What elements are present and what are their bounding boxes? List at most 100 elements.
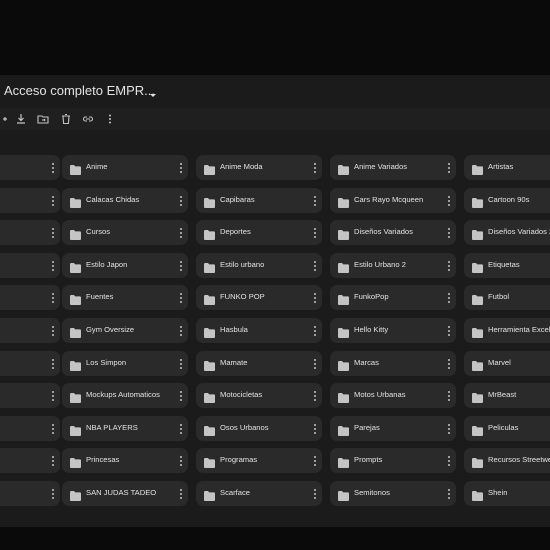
folder-card[interactable]: Marvel [464,351,550,376]
download-icon[interactable] [14,112,28,126]
trash-icon[interactable] [59,112,73,126]
folder-card[interactable]: Diseños Variados 2 [464,220,550,245]
more-vertical-icon[interactable] [50,259,56,272]
more-vertical-icon[interactable] [312,291,318,304]
more-vertical-icon[interactable] [446,454,452,467]
folder-card[interactable]: Capibaras [196,188,322,213]
more-vertical-icon[interactable] [178,422,184,435]
more-vertical-icon[interactable] [312,454,318,467]
folder-card[interactable]: Anime Variados [330,155,456,180]
folder-card[interactable] [0,481,60,506]
more-vertical-icon[interactable] [312,324,318,337]
more-vertical-icon[interactable] [312,487,318,500]
folder-card[interactable] [0,383,60,408]
more-vertical-icon[interactable] [103,112,117,126]
more-vertical-icon[interactable] [50,389,56,402]
more-vertical-icon[interactable] [446,324,452,337]
caret-down-icon[interactable] [148,87,158,97]
folder-card[interactable]: Parejas [330,416,456,441]
folder-card[interactable]: Cars Rayo Mcqueen [330,188,456,213]
folder-card[interactable]: Fuentes [62,285,188,310]
folder-card[interactable]: Anime Moda [196,155,322,180]
more-vertical-icon[interactable] [446,161,452,174]
more-vertical-icon[interactable] [178,357,184,370]
more-vertical-icon[interactable] [446,226,452,239]
folder-card[interactable]: Shein [464,481,550,506]
more-vertical-icon[interactable] [50,487,56,500]
folder-card[interactable]: Marcas [330,351,456,376]
folder-card[interactable] [0,351,60,376]
more-vertical-icon[interactable] [178,291,184,304]
more-vertical-icon[interactable] [178,487,184,500]
folder-card[interactable]: Diseños Variados [330,220,456,245]
more-vertical-icon[interactable] [446,291,452,304]
more-vertical-icon[interactable] [178,161,184,174]
folder-card[interactable]: Semitonos [330,481,456,506]
more-vertical-icon[interactable] [446,422,452,435]
folder-card[interactable]: Recursos Streetwear [464,448,550,473]
folder-card[interactable]: Prompts [330,448,456,473]
folder-card[interactable]: Motocicletas [196,383,322,408]
folder-card[interactable]: Princesas [62,448,188,473]
folder-card[interactable]: Osos Urbanos [196,416,322,441]
folder-card[interactable]: Scarface [196,481,322,506]
more-vertical-icon[interactable] [178,324,184,337]
folder-card[interactable]: Futbol [464,285,550,310]
folder-card[interactable]: Cartoon 90s [464,188,550,213]
move-to-folder-icon[interactable] [36,112,50,126]
folder-card[interactable]: Estilo Urbano 2 [330,253,456,278]
more-vertical-icon[interactable] [50,226,56,239]
folder-card[interactable]: Anime [62,155,188,180]
more-vertical-icon[interactable] [50,357,56,370]
more-vertical-icon[interactable] [178,259,184,272]
more-vertical-icon[interactable] [312,357,318,370]
more-vertical-icon[interactable] [446,389,452,402]
folder-card[interactable]: FunkoPop [330,285,456,310]
more-vertical-icon[interactable] [312,389,318,402]
folder-card[interactable]: Hasbula [196,318,322,343]
folder-card[interactable]: Gym Oversize [62,318,188,343]
folder-card[interactable]: Herramienta Excel [464,318,550,343]
folder-card[interactable]: Hello Kitty [330,318,456,343]
more-vertical-icon[interactable] [50,422,56,435]
more-vertical-icon[interactable] [178,194,184,207]
more-vertical-icon[interactable] [50,161,56,174]
folder-card[interactable]: Deportes [196,220,322,245]
more-vertical-icon[interactable] [312,161,318,174]
folder-card[interactable]: Programas [196,448,322,473]
folder-card[interactable] [0,253,60,278]
folder-card[interactable] [0,188,60,213]
folder-card[interactable]: MrBeast [464,383,550,408]
folder-card[interactable]: Peliculas [464,416,550,441]
folder-card[interactable]: Etiquetas [464,253,550,278]
more-vertical-icon[interactable] [312,259,318,272]
folder-card[interactable] [0,285,60,310]
folder-card[interactable]: Estilo Japon [62,253,188,278]
more-vertical-icon[interactable] [312,194,318,207]
more-vertical-icon[interactable] [446,487,452,500]
add-person-icon[interactable] [0,112,8,126]
folder-card[interactable]: s [0,416,60,441]
more-vertical-icon[interactable] [178,454,184,467]
more-vertical-icon[interactable] [446,357,452,370]
folder-card[interactable]: FUNKO POP [196,285,322,310]
more-vertical-icon[interactable] [50,194,56,207]
folder-card[interactable]: Los Simpon [62,351,188,376]
more-vertical-icon[interactable] [446,194,452,207]
folder-card[interactable] [0,448,60,473]
folder-card[interactable]: SAN JUDAS TADEO [62,481,188,506]
folder-card[interactable]: Mamate [196,351,322,376]
link-icon[interactable] [81,112,95,126]
folder-title[interactable]: Acceso completo EMPR... [4,83,155,98]
more-vertical-icon[interactable] [50,324,56,337]
folder-card[interactable]: oshop [0,155,60,180]
folder-card[interactable]: Mockups Automaticos [62,383,188,408]
more-vertical-icon[interactable] [312,226,318,239]
folder-card[interactable]: Artistas [464,155,550,180]
more-vertical-icon[interactable] [178,389,184,402]
folder-card[interactable] [0,318,60,343]
folder-card[interactable]: Motos Urbanas [330,383,456,408]
more-vertical-icon[interactable] [50,454,56,467]
folder-card[interactable]: Cursos [62,220,188,245]
more-vertical-icon[interactable] [178,226,184,239]
